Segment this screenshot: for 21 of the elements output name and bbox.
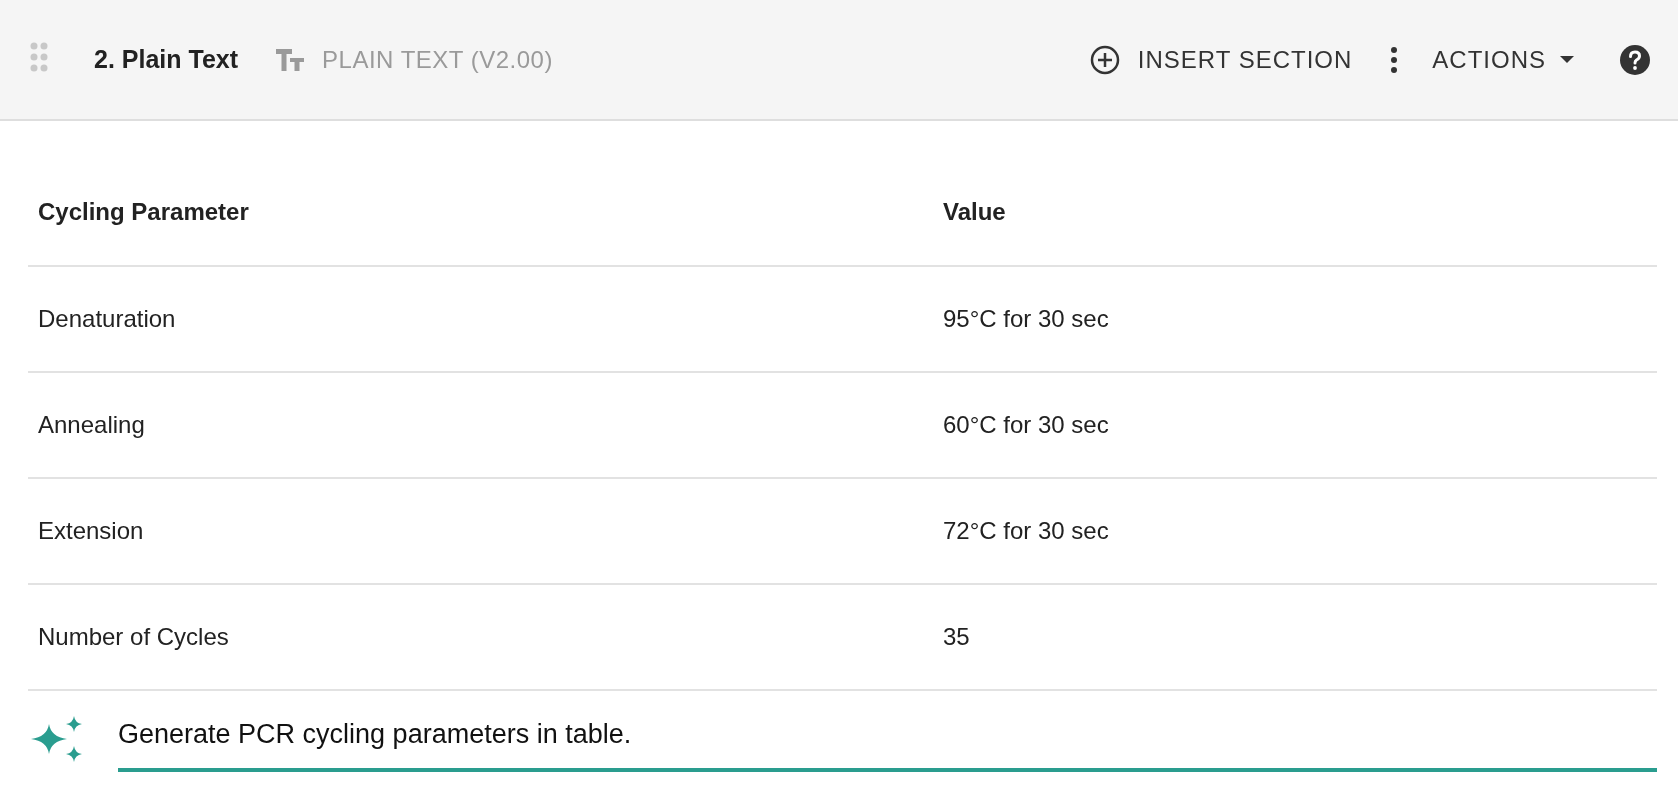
table-cell: 72°C for 30 sec	[933, 478, 1657, 584]
column-header: Value	[933, 158, 1657, 266]
column-header: Cycling Parameter	[28, 158, 933, 266]
section-title: 2. Plain Text	[94, 45, 239, 74]
section-type-label: PLAIN TEXT (V2.00)	[322, 45, 553, 74]
table-cell: Extension	[28, 478, 933, 584]
drag-handle-icon[interactable]	[30, 41, 48, 72]
table-cell: Annealing	[28, 372, 933, 478]
text-size-icon	[276, 48, 305, 71]
prompt-input-field[interactable]: Generate PCR cycling parameters in table.	[118, 705, 1657, 772]
caret-icon	[1560, 55, 1574, 64]
table-cell: Denaturation	[28, 266, 933, 372]
table-cell: Number of Cycles	[28, 584, 933, 690]
plus-circle-icon	[1089, 44, 1120, 75]
insert-section-button[interactable]: INSERT SECTION	[1089, 40, 1353, 79]
actions-button[interactable]: ACTIONS	[1432, 41, 1574, 78]
table-cell: 95°C for 30 sec	[933, 266, 1657, 372]
table-cell: 35	[933, 584, 1657, 690]
more-options-icon[interactable]	[1390, 46, 1399, 73]
table-cell: 60°C for 30 sec	[933, 372, 1657, 478]
help-icon[interactable]	[1620, 44, 1650, 75]
